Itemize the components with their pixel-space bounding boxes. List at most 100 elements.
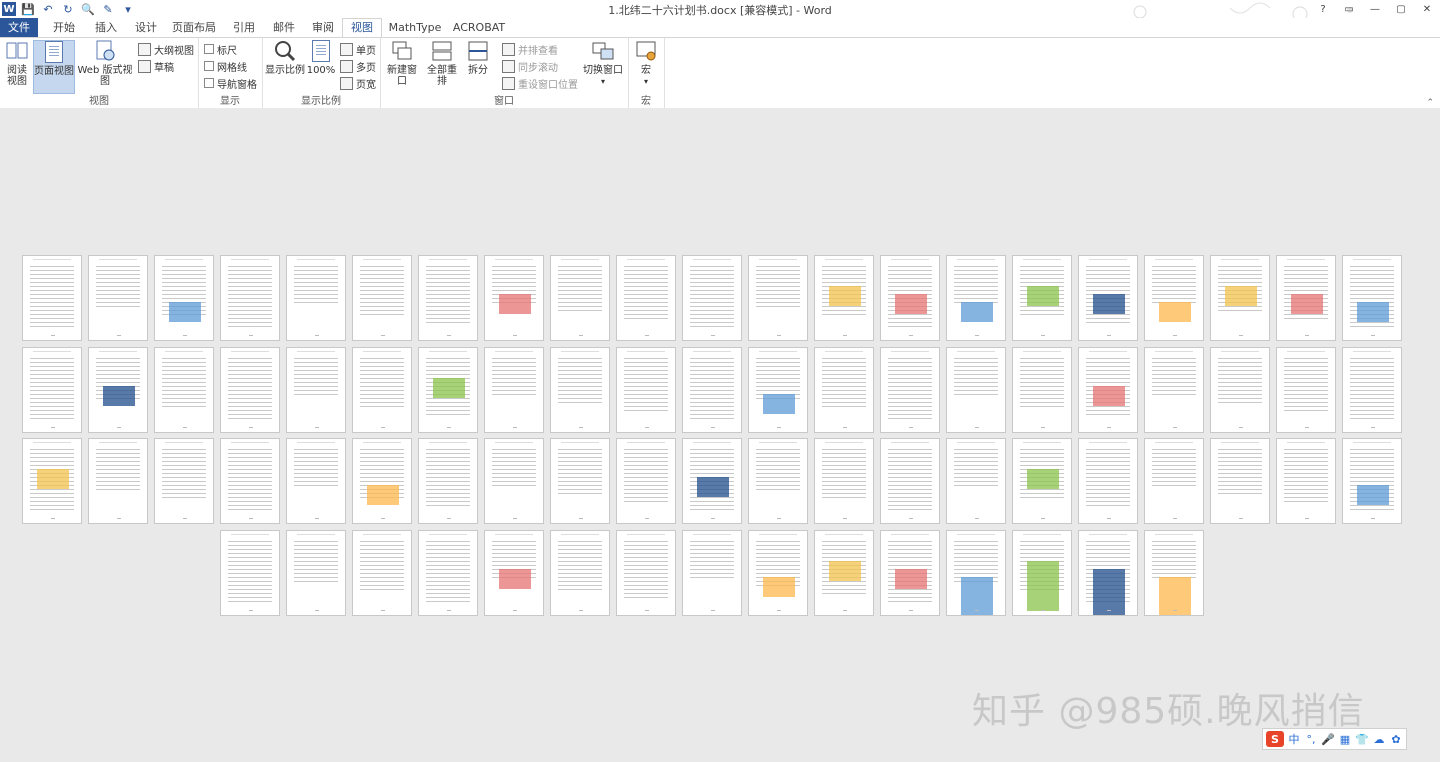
page-thumbnail[interactable] [418, 347, 478, 433]
page-thumbnail[interactable] [946, 347, 1006, 433]
tab-design[interactable]: 设计 [126, 18, 166, 37]
ime-settings-icon[interactable]: ✿ [1389, 733, 1403, 746]
tab-insert[interactable]: 插入 [86, 18, 126, 37]
page-thumbnail[interactable] [1276, 438, 1336, 524]
page-thumbnail[interactable] [1012, 347, 1072, 433]
page-thumbnail[interactable] [484, 255, 544, 341]
page-thumbnail[interactable] [1342, 438, 1402, 524]
page-thumbnail[interactable] [88, 438, 148, 524]
nav-pane-checkbox[interactable]: 导航窗格 [204, 76, 257, 91]
page-thumbnail[interactable] [286, 530, 346, 616]
ime-skin-icon[interactable]: 👕 [1355, 733, 1369, 746]
tab-mathtype[interactable]: MathType [386, 18, 444, 37]
page-thumbnail[interactable] [814, 255, 874, 341]
tab-acrobat[interactable]: ACROBAT [450, 18, 508, 37]
page-thumbnail[interactable] [682, 347, 742, 433]
page-thumbnail[interactable] [88, 347, 148, 433]
page-thumbnail[interactable] [946, 530, 1006, 616]
page-thumbnail[interactable] [1012, 438, 1072, 524]
page-thumbnail[interactable] [550, 347, 610, 433]
page-thumbnail[interactable] [880, 438, 940, 524]
page-thumbnail[interactable] [418, 255, 478, 341]
draft-button[interactable]: 草稿 [138, 59, 174, 74]
tab-page-layout[interactable]: 页面布局 [166, 18, 222, 37]
page-thumbnail[interactable] [1276, 255, 1336, 341]
page-thumbnail[interactable] [748, 530, 808, 616]
page-thumbnail[interactable] [1078, 255, 1138, 341]
page-thumbnail[interactable] [946, 255, 1006, 341]
page-thumbnail[interactable] [1012, 255, 1072, 341]
page-thumbnail[interactable] [748, 438, 808, 524]
macros-button[interactable]: 宏 ▾ [632, 40, 660, 87]
page-thumbnail[interactable] [1342, 255, 1402, 341]
page-thumbnail[interactable] [1144, 255, 1204, 341]
page-thumbnail[interactable] [154, 438, 214, 524]
page-thumbnail[interactable] [1144, 347, 1204, 433]
page-thumbnail[interactable] [352, 530, 412, 616]
page-thumbnail[interactable] [616, 438, 676, 524]
page-thumbnail[interactable] [286, 438, 346, 524]
page-thumbnail[interactable] [220, 438, 280, 524]
page-width-button[interactable]: 页宽 [340, 76, 376, 91]
page-thumbnail[interactable] [1210, 255, 1270, 341]
collapse-ribbon-icon[interactable]: ⌃ [1426, 98, 1434, 108]
page-thumbnail[interactable] [1078, 438, 1138, 524]
page-thumbnail[interactable] [880, 530, 940, 616]
arrange-all-button[interactable]: 全部重排 [423, 40, 461, 87]
restore-button[interactable]: ▢ [1388, 0, 1414, 18]
page-thumbnail[interactable] [154, 347, 214, 433]
reset-window-position-button[interactable]: 重设窗口位置 [502, 76, 578, 91]
page-thumbnail[interactable] [682, 530, 742, 616]
page-thumbnail[interactable] [1144, 438, 1204, 524]
page-thumbnail[interactable] [1012, 530, 1072, 616]
page-thumbnail[interactable] [616, 530, 676, 616]
new-window-button[interactable]: 新建窗口 [383, 40, 421, 87]
ime-microphone-icon[interactable]: 🎤 [1321, 733, 1335, 746]
page-thumbnail[interactable] [748, 347, 808, 433]
page-thumbnail[interactable] [88, 255, 148, 341]
gridlines-checkbox[interactable]: 网格线 [204, 59, 247, 74]
help-button[interactable]: ? [1310, 0, 1336, 18]
page-thumbnail[interactable] [22, 347, 82, 433]
page-thumbnail[interactable] [814, 530, 874, 616]
switch-windows-button[interactable]: 切换窗口 ▾ [582, 40, 624, 87]
tab-references[interactable]: 引用 [224, 18, 264, 37]
minimize-button[interactable]: — [1362, 0, 1388, 18]
ruler-checkbox[interactable]: 标尺 [204, 42, 237, 57]
page-thumbnail[interactable] [1342, 347, 1402, 433]
page-thumbnail[interactable] [880, 347, 940, 433]
ime-logo-icon[interactable]: S [1266, 731, 1284, 747]
page-thumbnail[interactable] [616, 255, 676, 341]
page-thumbnail[interactable] [946, 438, 1006, 524]
page-thumbnail[interactable] [880, 255, 940, 341]
print-layout-button[interactable]: 页面视图 [33, 40, 75, 94]
page-thumbnail[interactable] [418, 438, 478, 524]
page-thumbnail[interactable] [1276, 347, 1336, 433]
page-thumbnail[interactable] [1144, 530, 1204, 616]
ime-chinese-mode[interactable]: 中 [1287, 731, 1301, 747]
page-thumbnail[interactable] [550, 438, 610, 524]
page-thumbnail[interactable] [550, 530, 610, 616]
tab-file[interactable]: 文件 [0, 18, 38, 37]
page-thumbnail[interactable] [484, 438, 544, 524]
multiple-pages-button[interactable]: 多页 [340, 59, 376, 74]
page-thumbnail[interactable] [154, 255, 214, 341]
page-thumbnail[interactable] [352, 255, 412, 341]
page-thumbnail[interactable] [616, 347, 676, 433]
tab-review[interactable]: 审阅 [304, 18, 342, 37]
outline-button[interactable]: 大纲视图 [138, 42, 194, 57]
tab-home[interactable]: 开始 [44, 18, 84, 37]
page-thumbnail[interactable] [814, 438, 874, 524]
page-thumbnail[interactable] [22, 255, 82, 341]
page-thumbnail[interactable] [814, 347, 874, 433]
page-thumbnail[interactable] [352, 347, 412, 433]
page-thumbnail[interactable] [748, 255, 808, 341]
page-thumbnail[interactable] [220, 347, 280, 433]
page-thumbnail[interactable] [1078, 530, 1138, 616]
read-mode-button[interactable]: 阅读 视图 [3, 40, 31, 87]
zoom-button[interactable]: 显示比例 [265, 40, 305, 76]
page-thumbnail[interactable] [550, 255, 610, 341]
tab-view[interactable]: 视图 [342, 18, 382, 38]
page-thumbnail[interactable] [22, 438, 82, 524]
one-page-button[interactable]: 单页 [340, 42, 376, 57]
